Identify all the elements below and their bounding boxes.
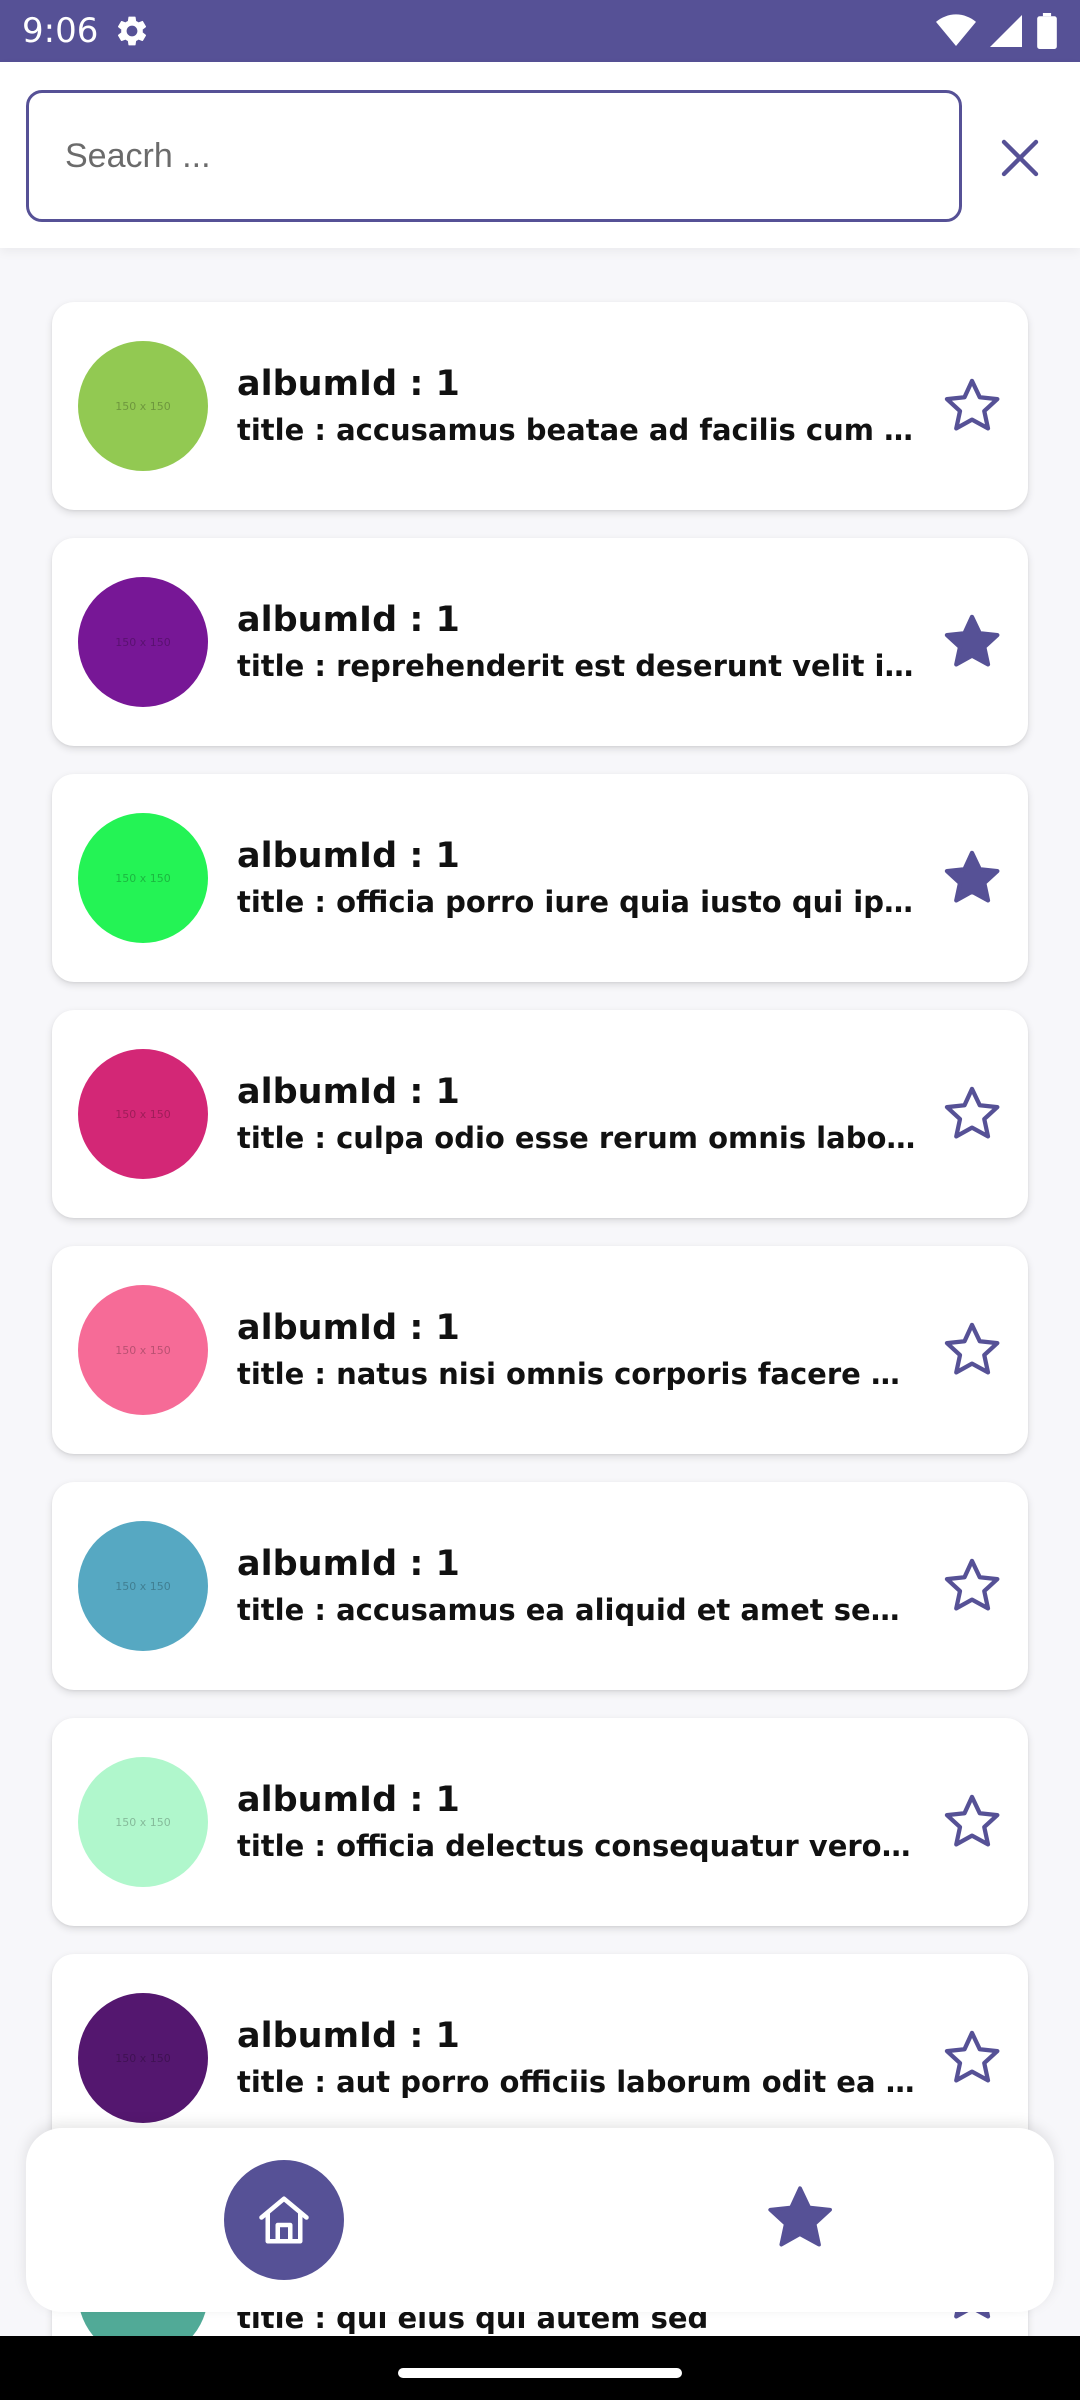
list-item[interactable]: 150 x 150 albumId : 1 title : natus nisi…	[52, 1246, 1028, 1454]
star-icon	[944, 1558, 1000, 1611]
home-icon	[259, 2196, 309, 2244]
item-title: title : aut porro officiis laborum odit …	[237, 2065, 917, 2099]
thumbnail-placeholder-text: 150 x 150	[115, 635, 171, 649]
nav-favorites-button[interactable]	[762, 2180, 838, 2256]
item-title: title : natus nisi omnis corporis facere…	[237, 1357, 917, 1391]
item-title: title : officia delectus consequatur ver…	[237, 1829, 917, 1863]
thumbnail-placeholder-text: 150 x 150	[115, 399, 171, 413]
item-title: title : culpa odio esse rerum omnis labo…	[237, 1121, 917, 1155]
album-id-label: albumId : 1	[237, 364, 460, 404]
battery-icon	[1037, 13, 1057, 49]
favorite-button[interactable]	[940, 846, 1004, 910]
item-title: title : accusamus beatae ad facilis cum …	[237, 413, 917, 447]
star-icon	[944, 2030, 1000, 2083]
list-item[interactable]: 150 x 150 albumId : 1 title : reprehende…	[52, 538, 1028, 746]
favorite-button[interactable]	[940, 1554, 1004, 1618]
star-icon	[944, 614, 1000, 667]
thumbnail-image: 150 x 150	[78, 577, 208, 707]
favorite-button[interactable]	[940, 1318, 1004, 1382]
star-icon	[944, 850, 1000, 903]
search-header	[0, 62, 1080, 248]
nav-home-button[interactable]	[224, 2160, 344, 2280]
thumbnail-placeholder-text: 150 x 150	[115, 871, 171, 885]
item-title: title : accusamus ea aliquid et amet seq…	[237, 1593, 917, 1627]
status-time: 9:06	[22, 11, 99, 51]
album-id-label: albumId : 1	[237, 1544, 460, 1584]
thumbnail-image: 150 x 150	[78, 1757, 208, 1887]
thumbnail-placeholder-text: 150 x 150	[115, 2051, 171, 2065]
star-icon	[768, 2186, 832, 2247]
star-icon	[944, 1322, 1000, 1375]
album-id-label: albumId : 1	[237, 2016, 460, 2056]
favorite-button[interactable]	[940, 374, 1004, 438]
favorite-button[interactable]	[940, 2026, 1004, 2090]
status-icons	[936, 13, 1058, 49]
thumbnail-placeholder-text: 150 x 150	[115, 1815, 171, 1829]
item-title: title : officia porro iure quia iusto qu…	[237, 885, 917, 919]
thumbnail-image: 150 x 150	[78, 341, 208, 471]
list-item[interactable]: 150 x 150 albumId : 1 title : officia de…	[52, 1718, 1028, 1926]
close-icon	[1001, 139, 1039, 177]
favorite-button[interactable]	[940, 1082, 1004, 1146]
star-icon	[944, 378, 1000, 431]
status-bar: 9:06	[0, 0, 1080, 62]
favorite-button[interactable]	[940, 610, 1004, 674]
album-id-label: albumId : 1	[237, 600, 460, 640]
photo-list: 150 x 150 albumId : 1 title : accusamus …	[52, 302, 1028, 2400]
star-icon	[944, 1794, 1000, 1847]
list-item[interactable]: 150 x 150 albumId : 1 title : culpa odio…	[52, 1010, 1028, 1218]
thumbnail-image: 150 x 150	[78, 1285, 208, 1415]
thumbnail-placeholder-text: 150 x 150	[115, 1107, 171, 1121]
item-title: title : reprehenderit est deserunt velit…	[237, 649, 917, 683]
list-item[interactable]: 150 x 150 albumId : 1 title : officia po…	[52, 774, 1028, 982]
thumbnail-placeholder-text: 150 x 150	[115, 1343, 171, 1357]
search-input[interactable]	[65, 136, 959, 176]
thumbnail-placeholder-text: 150 x 150	[115, 1579, 171, 1593]
settings-gear-icon	[118, 16, 147, 46]
close-search-button[interactable]	[990, 128, 1050, 188]
star-icon	[944, 1086, 1000, 1139]
favorite-button[interactable]	[940, 1790, 1004, 1854]
list-item[interactable]: 150 x 150 albumId : 1 title : accusamus …	[52, 302, 1028, 510]
cell-signal-icon	[990, 15, 1022, 47]
thumbnail-image: 150 x 150	[78, 1993, 208, 2123]
album-id-label: albumId : 1	[237, 1780, 460, 1820]
album-id-label: albumId : 1	[237, 1072, 460, 1112]
album-id-label: albumId : 1	[237, 1308, 460, 1348]
wifi-icon	[936, 14, 976, 47]
thumbnail-image: 150 x 150	[78, 813, 208, 943]
thumbnail-image: 150 x 150	[78, 1521, 208, 1651]
system-navigation-bar	[0, 2336, 1080, 2400]
search-box	[26, 90, 962, 222]
thumbnail-image: 150 x 150	[78, 1049, 208, 1179]
album-id-label: albumId : 1	[237, 836, 460, 876]
home-gesture-handle[interactable]	[398, 2368, 682, 2378]
list-item[interactable]: 150 x 150 albumId : 1 title : accusamus …	[52, 1482, 1028, 1690]
bottom-navigation	[26, 2128, 1054, 2312]
